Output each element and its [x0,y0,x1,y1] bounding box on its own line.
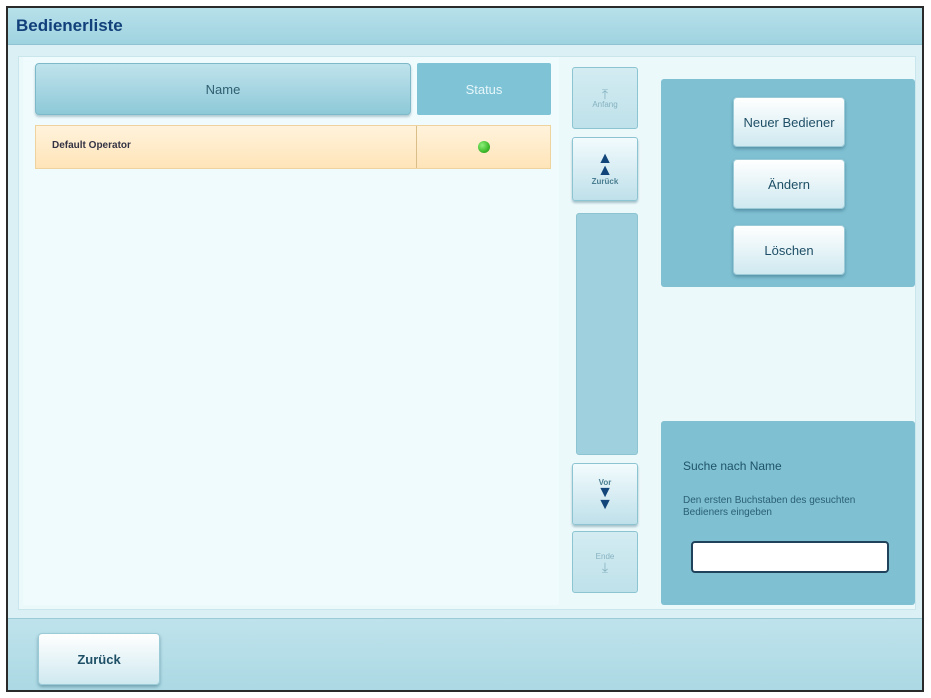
window-title: Bedienerliste [16,16,123,35]
scroll-down-button[interactable]: Vor ▼ ▼ [572,463,638,525]
operator-list-screen: Bedienerliste Name Status Default Operat… [6,6,924,692]
scroll-up-button[interactable]: ▲ ▲ Zurück [572,137,638,201]
scroll-to-start-button[interactable]: ⤒ Anfang [572,67,638,129]
search-input[interactable] [691,541,889,573]
action-panel: Neuer Bediener Ändern Löschen [661,79,915,287]
content-area: Name Status Default Operator ⤒ Anfang ▲ ▲… [18,56,916,610]
title-bar: Bedienerliste [8,8,922,45]
search-hint: Den ersten Buchstaben des gesuchten Bedi… [683,495,856,518]
search-title: Suche nach Name [683,459,782,473]
scroll-controls: ⤒ Anfang ▲ ▲ Zurück Vor ▼ ▼ Ende ⤓ [568,67,644,601]
scroll-start-label: Anfang [592,99,618,109]
scroll-to-end-button[interactable]: Ende ⤓ [572,531,638,593]
table-row[interactable]: Default Operator [35,125,551,169]
column-header-name[interactable]: Name [35,63,411,115]
back-button[interactable]: Zurück [38,633,160,685]
double-arrow-down-icon: ▼ ▼ [597,483,613,513]
scroll-back-label: Zurück [591,176,619,186]
arrow-to-top-icon: ⤒ [601,85,609,102]
arrow-to-bottom-icon: ⤓ [601,558,609,575]
bottom-bar: Zurück [8,618,922,690]
operator-name-cell: Default Operator [52,140,131,151]
green-status-dot-icon [478,141,490,153]
double-arrow-up-icon: ▲ ▲ [597,149,613,179]
scroll-track[interactable] [576,213,638,455]
search-panel: Suche nach Name Den ersten Buchstaben de… [661,421,915,605]
operator-list: Name Status Default Operator [23,57,559,605]
new-operator-button[interactable]: Neuer Bediener [733,97,845,147]
edit-button[interactable]: Ändern [733,159,845,209]
column-divider [416,126,417,168]
delete-button[interactable]: Löschen [733,225,845,275]
column-header-status: Status [417,63,551,115]
